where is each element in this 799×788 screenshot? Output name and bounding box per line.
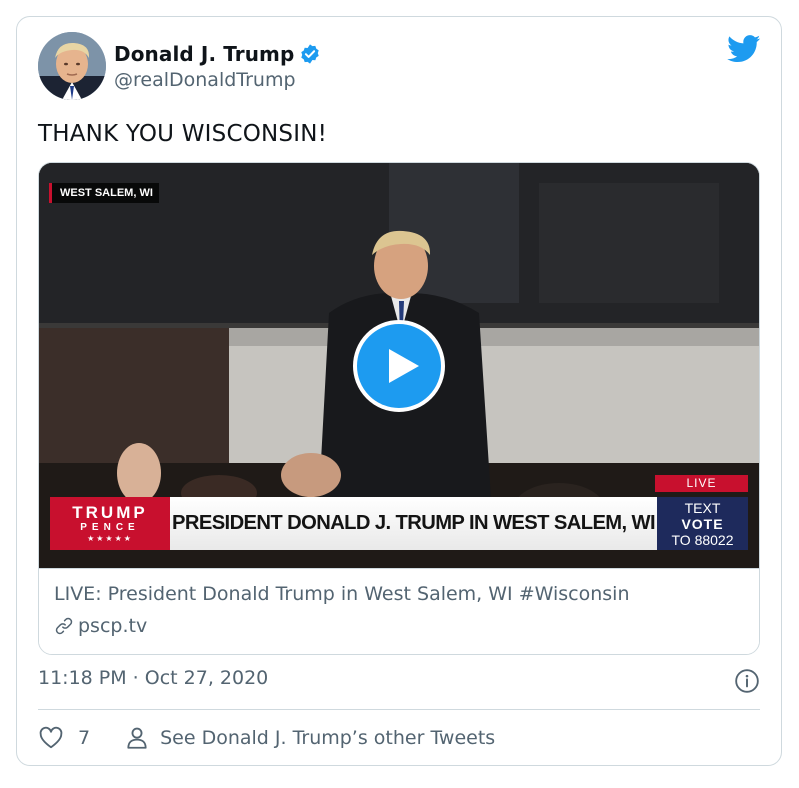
location-tag: WEST SALEM, WI xyxy=(49,183,159,203)
campaign-logo: TRUMP PENCE ★★★★★ xyxy=(50,497,170,550)
divider xyxy=(38,709,760,710)
cta-line1: TEXT xyxy=(684,500,721,516)
tweet-card: Donald J. Trump @realDonaldTrump THANK Y… xyxy=(16,16,782,766)
video-player[interactable]: WEST SALEM, WI LIVE TRUMP PENCE ★★★★★ PR… xyxy=(39,163,759,568)
text-to-vote-box: TEXT VOTE TO 88022 xyxy=(657,497,748,550)
other-tweets-label[interactable]: See Donald J. Trump’s other Tweets xyxy=(160,727,495,749)
play-button[interactable] xyxy=(353,320,445,412)
twitter-bird-icon[interactable] xyxy=(727,35,761,63)
link-icon xyxy=(55,617,73,635)
link-card-domain[interactable]: pscp.tv xyxy=(54,615,147,637)
broadcast-headline: PRESIDENT DONALD J. TRUMP IN WEST SALEM,… xyxy=(170,497,657,550)
tweet-text: THANK YOU WISCONSIN! xyxy=(38,121,328,147)
author-name-row[interactable]: Donald J. Trump xyxy=(114,41,321,67)
link-card-meta[interactable]: LIVE: President Donald Trump in West Sal… xyxy=(39,568,759,654)
link-card-title[interactable]: LIVE: President Donald Trump in West Sal… xyxy=(54,583,630,605)
broadcast-lower-third: TRUMP PENCE ★★★★★ PRESIDENT DONALD J. TR… xyxy=(50,497,748,550)
play-icon xyxy=(389,349,419,383)
tweet-actions: 7 See Donald J. Trump’s other Tweets xyxy=(38,723,495,753)
heart-icon xyxy=(39,726,63,749)
display-name[interactable]: Donald J. Trump xyxy=(114,42,294,66)
campaign-logo-line2: PENCE xyxy=(80,522,140,533)
verified-badge-icon xyxy=(301,44,320,64)
avatar[interactable] xyxy=(38,32,106,100)
live-badge: LIVE xyxy=(655,475,748,492)
campaign-logo-stars: ★★★★★ xyxy=(87,534,133,543)
tweet-timestamp[interactable]: 11:18 PM · Oct 27, 2020 xyxy=(38,667,268,689)
cta-line2: VOTE xyxy=(681,516,724,532)
other-tweets-link[interactable]: See Donald J. Trump’s other Tweets xyxy=(124,725,495,751)
author-handle[interactable]: @realDonaldTrump xyxy=(114,69,296,91)
link-card-domain-text[interactable]: pscp.tv xyxy=(78,615,147,637)
campaign-logo-line1: TRUMP xyxy=(72,503,148,522)
info-icon[interactable] xyxy=(734,668,760,694)
link-preview-card[interactable]: WEST SALEM, WI LIVE TRUMP PENCE ★★★★★ PR… xyxy=(38,162,760,655)
like-button[interactable]: 7 xyxy=(38,725,90,751)
like-count: 7 xyxy=(78,727,91,749)
person-icon xyxy=(127,727,147,749)
cta-line3: TO 88022 xyxy=(671,532,734,548)
